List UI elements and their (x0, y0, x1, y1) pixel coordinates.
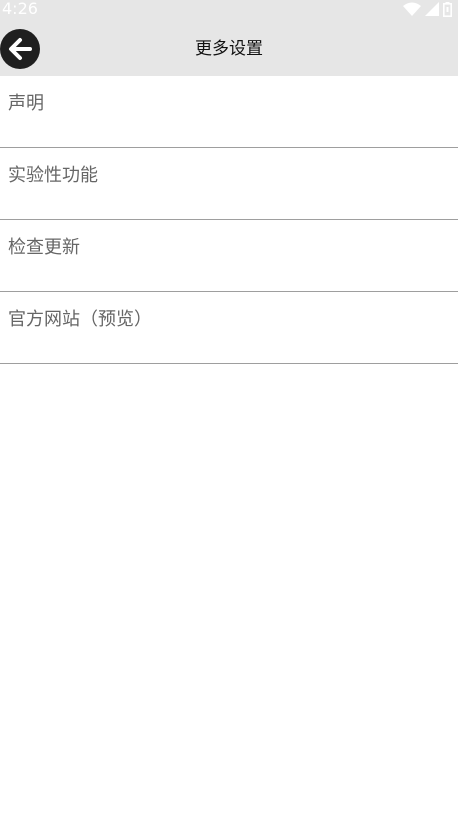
status-icons (403, 1, 452, 17)
app-bar: 更多设置 (0, 20, 458, 76)
menu-item-experimental-features[interactable]: 实验性功能 (0, 148, 458, 220)
cell-signal-icon (425, 2, 439, 16)
battery-icon (443, 1, 452, 17)
page-title: 更多设置 (195, 39, 263, 59)
wifi-icon (403, 2, 421, 16)
menu-item-label: 实验性功能 (8, 165, 98, 186)
status-time: 4:26 (2, 0, 38, 18)
menu-item-statement[interactable]: 声明 (0, 76, 458, 148)
menu-item-check-updates[interactable]: 检查更新 (0, 220, 458, 292)
menu-item-label: 检查更新 (8, 237, 80, 258)
menu-item-label: 声明 (8, 93, 44, 114)
menu-item-label: 官方网站（预览） (8, 309, 152, 330)
menu-item-official-website[interactable]: 官方网站（预览） (0, 292, 458, 364)
settings-menu-list: 声明 实验性功能 检查更新 官方网站（预览） (0, 76, 458, 364)
status-bar: 4:26 (0, 0, 458, 20)
